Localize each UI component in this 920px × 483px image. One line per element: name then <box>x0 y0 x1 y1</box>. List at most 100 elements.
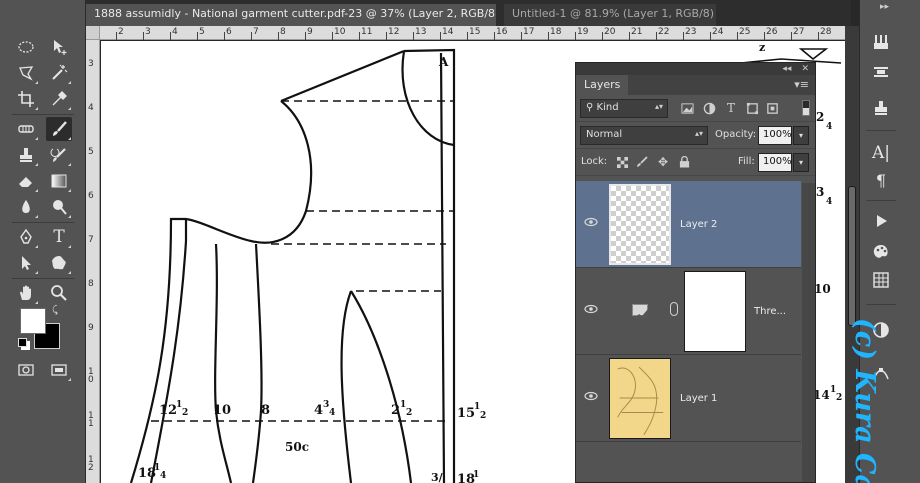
filter-adjustment-icon[interactable] <box>701 100 717 116</box>
swap-colors-icon[interactable]: ⤹ <box>52 305 58 316</box>
quick-mask-icon[interactable] <box>13 358 39 382</box>
measure-r14-den: 2 <box>836 393 842 403</box>
hand-icon[interactable] <box>13 281 39 305</box>
collapse-panel-icon[interactable]: ◂◂ <box>782 64 791 74</box>
ruler-tick-label: 5 <box>88 147 94 157</box>
type-tool[interactable]: T <box>46 225 72 249</box>
ruler-tick-label: 1 2 <box>88 455 94 473</box>
lock-transparent-icon[interactable] <box>614 154 630 170</box>
elliptical-marquee-tool[interactable] <box>13 35 39 59</box>
measure-r10: 10 <box>814 282 831 296</box>
clone-stamp-icon[interactable] <box>13 143 39 167</box>
history-brush-icon[interactable] <box>46 143 72 167</box>
pen-tool[interactable] <box>13 225 39 249</box>
lock-pixels-brush-icon[interactable] <box>634 154 650 170</box>
ruler-tick-label: 21 <box>631 27 643 37</box>
ruler-tick <box>305 32 306 40</box>
eraser-icon[interactable] <box>13 169 39 193</box>
ruler-tick-label: 9 <box>88 323 94 333</box>
brush-settings-icon[interactable] <box>868 60 894 84</box>
visibility-eye-icon[interactable] <box>584 304 598 314</box>
ruler-tick-label: 3 <box>145 27 151 37</box>
panel-menu-icon[interactable]: ▾≡ <box>794 78 809 91</box>
opacity-field[interactable]: 100% <box>758 126 792 145</box>
visibility-eye-icon[interactable] <box>584 391 598 401</box>
layer-name: Layer 2 <box>680 219 718 230</box>
lock-position-icon[interactable]: ✥ <box>655 154 671 170</box>
ruler-tick-label: 26 <box>766 27 778 37</box>
layer-thumbnail <box>609 184 671 265</box>
chain-link-icon[interactable] <box>670 302 678 316</box>
close-panel-icon[interactable]: ✕ <box>801 64 809 74</box>
lock-label: Lock: <box>581 156 608 167</box>
blend-opacity-row: Normal ▴▾ Opacity: 100% ▾ <box>576 122 815 149</box>
scroll-thumb[interactable] <box>848 186 856 326</box>
ruler-tick-label: 5 <box>199 27 205 37</box>
dock-collapse-icon[interactable]: ▸▸ <box>880 2 889 12</box>
filter-shape-icon[interactable] <box>744 100 760 116</box>
foreground-color-swatch[interactable] <box>20 308 46 334</box>
layer-row-layer-1[interactable]: Layer 1 <box>576 355 801 442</box>
zoom-icon[interactable] <box>46 281 72 305</box>
ruler-tick <box>656 32 657 40</box>
screen-mode-icon[interactable] <box>46 358 72 382</box>
measure-8: 8 <box>261 403 270 418</box>
ruler-tick-label: 24 <box>712 27 724 37</box>
ruler-tick <box>251 32 252 40</box>
clone-source-icon[interactable] <box>868 96 894 120</box>
ruler-tick-label: 11 <box>361 27 373 37</box>
ruler-tick <box>278 32 279 40</box>
path-selection-icon[interactable] <box>13 251 39 275</box>
ruler-tick-label: 23 <box>685 27 697 37</box>
move-tool[interactable] <box>46 35 72 59</box>
paragraph-panel-icon[interactable]: ¶ <box>868 168 894 192</box>
brush-presets-icon[interactable] <box>868 30 894 54</box>
swatches-palette-icon[interactable] <box>868 240 894 264</box>
ruler-tick-label: 19 <box>577 27 589 37</box>
blend-mode-select[interactable]: Normal ▴▾ <box>580 126 708 145</box>
lock-all-icon[interactable] <box>676 154 692 170</box>
dodge-icon[interactable] <box>46 195 72 219</box>
custom-shape-icon[interactable] <box>46 251 72 275</box>
layer-thumbnail <box>609 358 671 439</box>
blur-icon[interactable] <box>13 195 39 219</box>
filter-type-icon[interactable]: T <box>723 100 739 116</box>
filter-toggle-switch[interactable] <box>802 100 810 116</box>
tab-untitled-1[interactable]: Untitled-1 @ 81.9% (Layer 1, RGB/8) *× <box>504 4 716 26</box>
fill-dropdown-icon[interactable]: ▾ <box>793 153 809 172</box>
crop-tool[interactable] <box>13 87 39 111</box>
layer-name: Layer 1 <box>680 393 718 404</box>
eyedropper-icon[interactable] <box>46 87 72 111</box>
filter-pixel-icon[interactable] <box>679 100 695 116</box>
visibility-eye-icon[interactable] <box>584 217 598 227</box>
lasso-tool[interactable] <box>13 61 39 85</box>
layer-row-layer-2[interactable]: Layer 2 <box>576 181 801 268</box>
magic-wand-icon[interactable] <box>46 61 72 85</box>
ruler-tick <box>818 32 819 40</box>
ruler-tick <box>710 32 711 40</box>
layer-row-threshold[interactable]: Thre... <box>576 268 801 355</box>
default-colors-icon[interactable] <box>18 338 27 347</box>
actions-play-icon[interactable] <box>868 209 894 233</box>
layers-scrollbar[interactable] <box>802 183 815 482</box>
tab-national-garment-cutter[interactable]: 1888 assumidly - National garment cutter… <box>86 4 496 26</box>
fill-field[interactable]: 100% <box>758 153 792 172</box>
tab-layers[interactable]: Layers <box>576 75 629 95</box>
gradient-tool[interactable] <box>46 169 72 193</box>
tools-panel: T ⤹ <box>0 0 86 483</box>
ruler-tick <box>143 32 144 40</box>
ruler-tick <box>737 32 738 40</box>
character-panel-icon[interactable]: A| <box>868 141 894 165</box>
brush-tool[interactable] <box>46 117 72 141</box>
healing-brush-icon[interactable] <box>13 117 39 141</box>
ruler-tick <box>224 32 225 40</box>
filter-smart-object-icon[interactable] <box>764 100 780 116</box>
grid-panel-icon[interactable] <box>868 268 894 292</box>
search-icon: ⚲ <box>586 102 597 113</box>
measure-2: 2 <box>391 403 400 418</box>
opacity-dropdown-icon[interactable]: ▾ <box>793 126 809 145</box>
ruler-origin[interactable] <box>86 26 100 40</box>
ruler-tick <box>170 32 171 40</box>
measure-50c: 50c <box>285 440 309 454</box>
filter-kind-select[interactable]: ⚲ Kind ▴▾ <box>580 99 668 118</box>
